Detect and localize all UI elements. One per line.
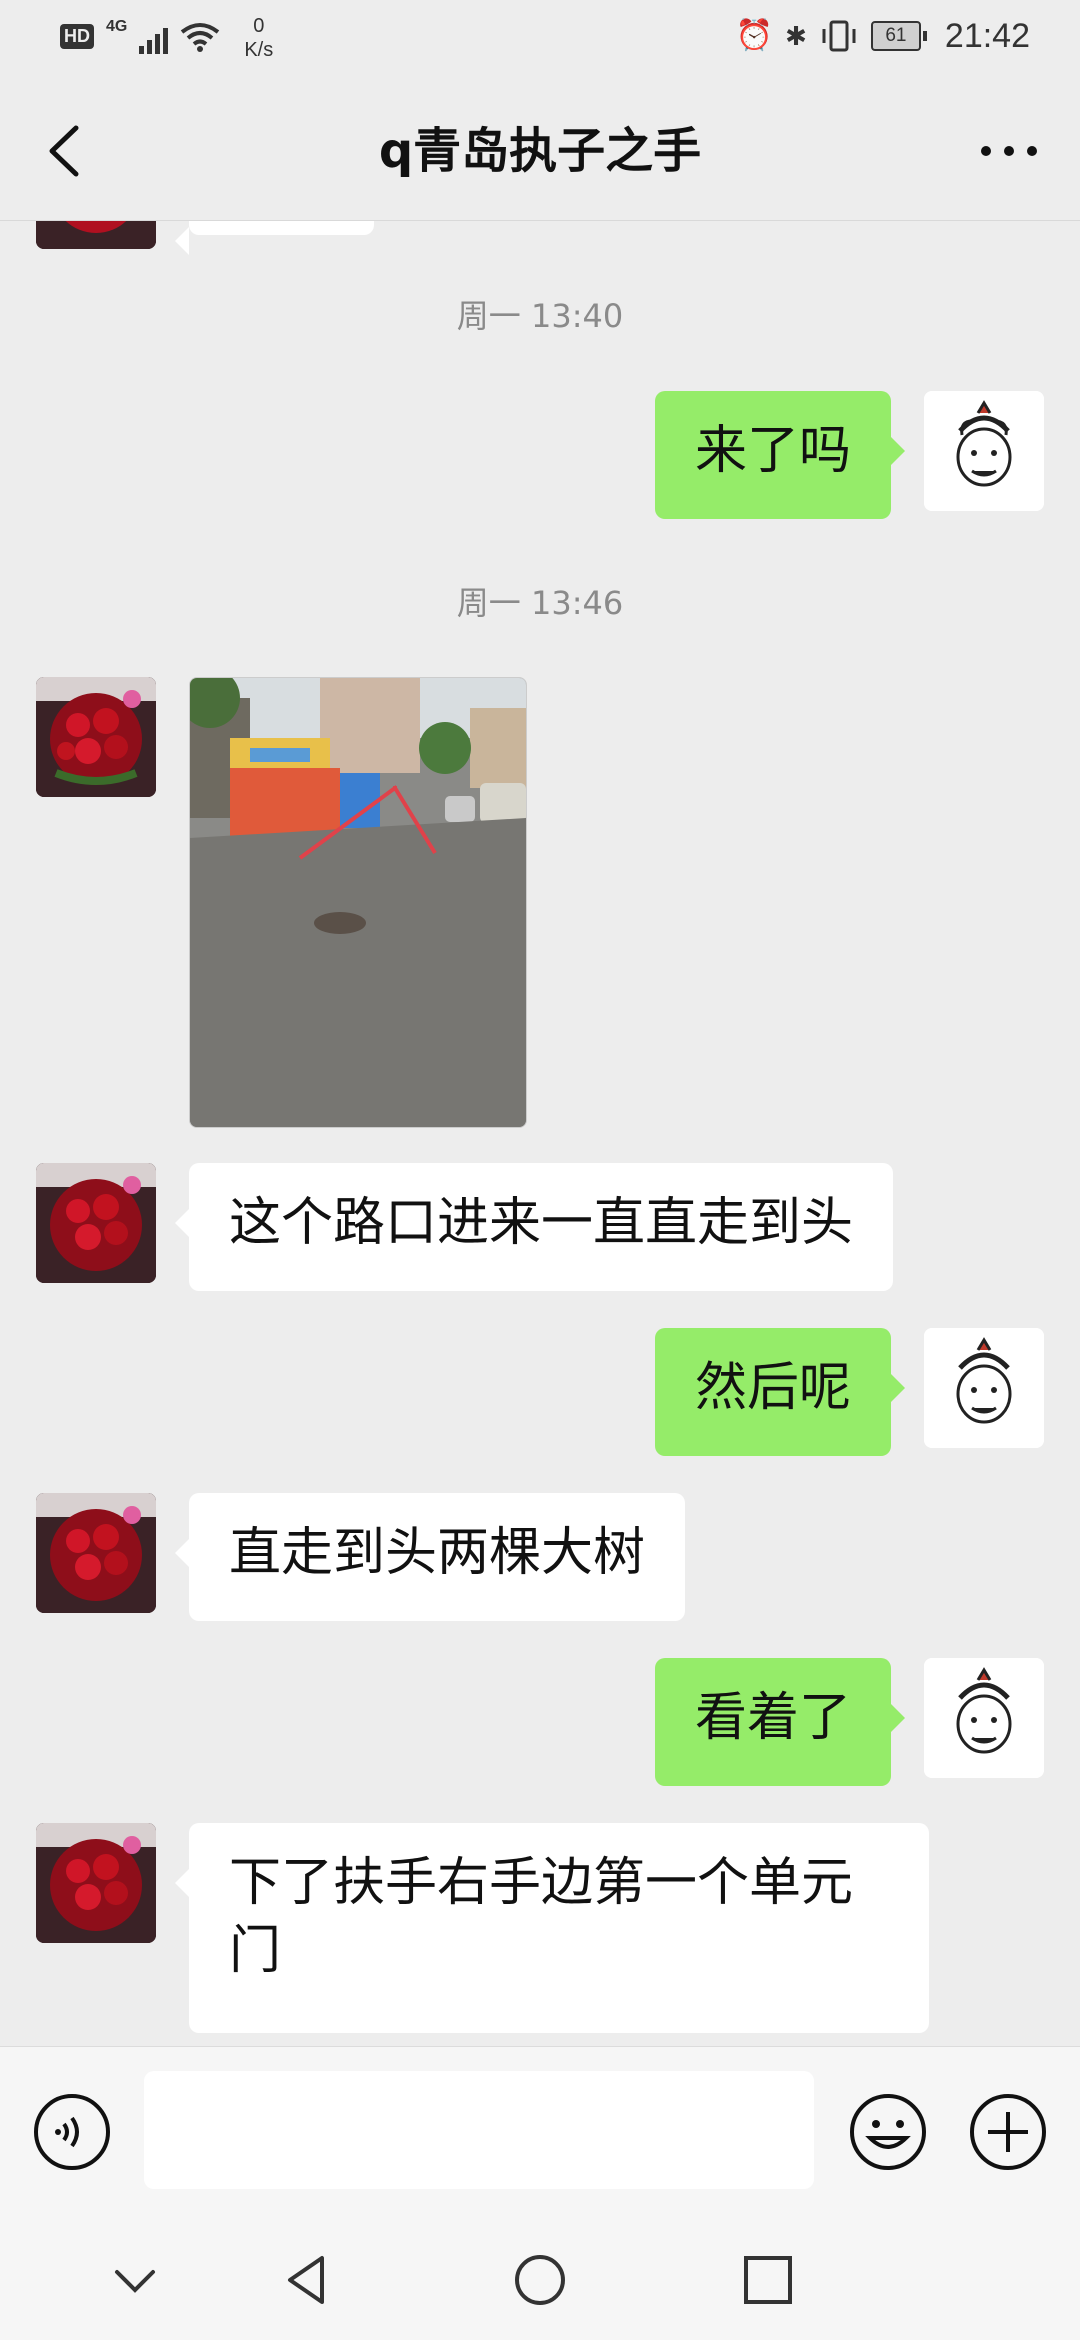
- my-avatar[interactable]: [924, 1658, 1044, 1778]
- message-input[interactable]: [144, 2071, 814, 2189]
- my-avatar[interactable]: [924, 1328, 1044, 1448]
- timestamp: 周一 13:40: [456, 297, 624, 335]
- message-bubble-sent[interactable]: 看着了: [654, 1658, 906, 1786]
- network-type: 4G: [106, 18, 128, 35]
- contact-avatar[interactable]: [36, 1163, 156, 1283]
- status-bar: HD 4G 0 K/s ⏰ ✱ 61 21:42: [0, 0, 1080, 76]
- vibrate-icon: [822, 20, 856, 52]
- network-speed-unit: K/s: [244, 39, 274, 61]
- system-nav-bar: [0, 2212, 1080, 2340]
- contact-avatar[interactable]: [36, 677, 156, 797]
- status-time: 21:42: [944, 16, 1030, 55]
- voice-icon[interactable]: [32, 2092, 112, 2172]
- timestamp: 周一 13:46: [456, 584, 624, 622]
- chat-header: q青岛执子之手: [0, 76, 1080, 221]
- hd-badge: HD: [60, 24, 94, 49]
- message-bubble-received[interactable]: 直走到头两棵大树: [174, 1493, 686, 1621]
- signal-icon: [139, 24, 169, 54]
- contact-avatar[interactable]: [36, 1493, 156, 1613]
- bluetooth-icon: ✱: [785, 21, 807, 51]
- contact-avatar[interactable]: [36, 221, 156, 249]
- message-image[interactable]: [189, 677, 527, 1128]
- battery-level: 61: [870, 21, 921, 51]
- message-bubble-partial[interactable]: [175, 221, 374, 255]
- triangle-back-icon[interactable]: [278, 2250, 338, 2310]
- circle-home-icon[interactable]: [510, 2250, 570, 2310]
- chevron-down-icon[interactable]: [105, 2250, 165, 2310]
- status-right: ⏰ ✱ 61 21:42: [736, 16, 1030, 56]
- emoji-icon[interactable]: [848, 2092, 928, 2172]
- plus-icon[interactable]: [968, 2092, 1048, 2172]
- square-recent-icon[interactable]: [738, 2250, 798, 2310]
- contact-avatar[interactable]: [36, 1823, 156, 1943]
- message-bubble-received[interactable]: 下了扶手右手边第一个单元门: [175, 1823, 929, 2033]
- input-bar: [0, 2046, 1080, 2213]
- message-list[interactable]: 周一 13:40 来了吗 周一 13:46 这个路口进来一直直走到头 然后呢 直…: [0, 221, 1080, 2046]
- message-bubble-received[interactable]: 这个路口进来一直直走到头: [174, 1163, 894, 1291]
- my-avatar[interactable]: [924, 391, 1044, 511]
- battery-icon: 61: [870, 21, 927, 51]
- network-speed: 0 K/s: [244, 14, 273, 62]
- message-bubble-sent[interactable]: 来了吗: [654, 391, 906, 519]
- alarm-icon: ⏰: [735, 19, 774, 52]
- more-dots-icon[interactable]: [974, 121, 1044, 181]
- status-left: HD 4G 0 K/s: [60, 14, 273, 62]
- network-speed-value: 0: [253, 15, 265, 37]
- message-bubble-sent[interactable]: 然后呢: [654, 1328, 906, 1456]
- chat-title: q青岛执子之手: [378, 123, 702, 179]
- wifi-icon: [181, 23, 220, 52]
